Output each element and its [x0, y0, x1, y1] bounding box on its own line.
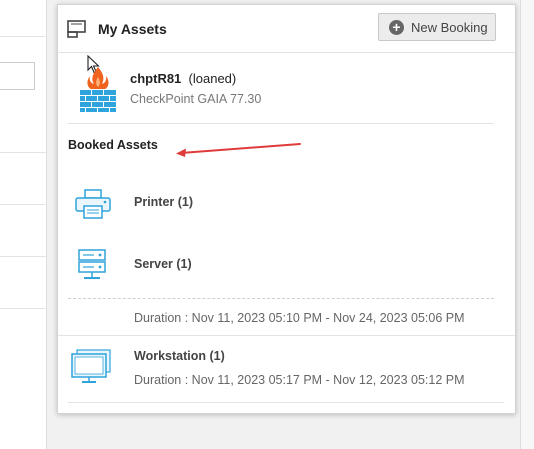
my-assets-panel: My Assets + New Booking chptR81 (loaned)… — [57, 4, 516, 414]
background-page-left — [0, 0, 47, 449]
server-icon — [78, 249, 106, 279]
background-divider — [0, 152, 46, 153]
panel-title: My Assets — [98, 21, 167, 37]
background-divider — [0, 256, 46, 257]
loaned-asset-name: chptR81 — [130, 71, 182, 86]
background-divider — [0, 36, 46, 37]
firewall-icon — [80, 67, 116, 112]
booked-assets-heading: Booked Assets — [68, 138, 158, 152]
booked-item-label: Workstation (1) — [134, 349, 225, 363]
plus-icon: + — [389, 20, 404, 35]
background-divider — [0, 204, 46, 205]
booked-item-label: Printer (1) — [134, 195, 194, 209]
booked-item-duration: Duration : Nov 11, 2023 05:10 PM - Nov 2… — [134, 311, 465, 325]
new-booking-button[interactable]: + New Booking — [378, 13, 496, 41]
new-booking-label: New Booking — [411, 20, 488, 35]
divider — [68, 123, 494, 124]
panel-header: My Assets + New Booking — [58, 5, 515, 53]
loaned-asset-title: chptR81 (loaned) — [130, 71, 236, 86]
divider — [68, 402, 504, 403]
assets-icon — [67, 20, 86, 38]
monitor-icon — [71, 349, 111, 383]
background-page-right — [520, 0, 534, 449]
dashed-divider — [68, 298, 494, 299]
background-divider — [0, 308, 46, 309]
booked-item-label: Server (1) — [134, 257, 192, 271]
background-input[interactable] — [0, 62, 35, 90]
annotation-arrow-icon — [176, 143, 301, 157]
divider — [58, 335, 515, 336]
printer-icon — [75, 189, 111, 219]
loaned-asset-subtitle: CheckPoint GAIA 77.30 — [130, 92, 262, 106]
loaned-asset-status: (loaned) — [188, 71, 237, 86]
booked-item-duration: Duration : Nov 11, 2023 05:17 PM - Nov 1… — [134, 373, 465, 387]
